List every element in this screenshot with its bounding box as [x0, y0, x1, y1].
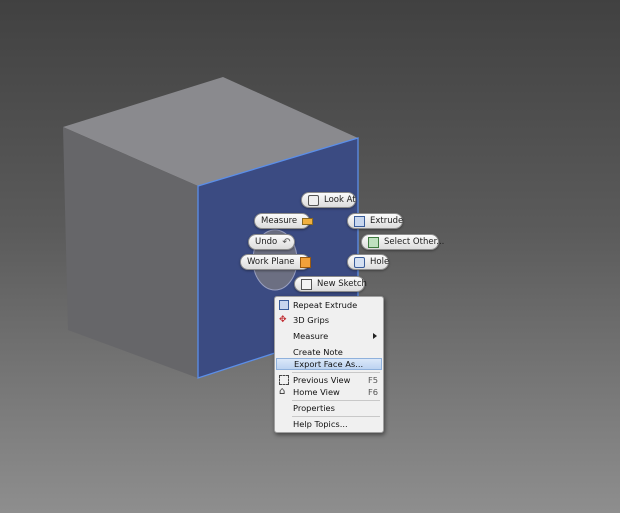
new-sketch-icon [301, 278, 312, 290]
previous-view-icon [279, 375, 289, 385]
measure-icon [302, 217, 314, 225]
extrude-icon [354, 215, 365, 227]
work-plane-button[interactable]: Work Plane [240, 254, 311, 270]
measure-button[interactable]: Measure [254, 213, 314, 229]
extrude-icon [279, 300, 289, 310]
menu-item-previous-view[interactable]: Previous View F5 [276, 374, 382, 386]
grips-icon: ✥ [279, 315, 287, 325]
undo-icon: ↶ [282, 236, 291, 248]
menu-separator [292, 372, 380, 373]
select-other-button[interactable]: Select Other... [361, 234, 444, 250]
menu-item-help-topics[interactable]: Help Topics... [276, 418, 382, 430]
extrude-button[interactable]: Extrude [347, 213, 403, 229]
menu-separator [292, 400, 380, 401]
menu-item-home-view[interactable]: ⌂ Home View F6 [276, 386, 382, 398]
menu-item-properties[interactable]: Properties [276, 402, 382, 414]
menu-item-measure[interactable]: Measure [276, 330, 382, 342]
submenu-arrow-icon [373, 333, 377, 339]
look-at-button[interactable]: Look At [301, 192, 356, 208]
work-plane-icon [299, 256, 311, 268]
hole-button[interactable]: Hole [347, 254, 389, 270]
context-menu: Repeat Extrude ✥ 3D Grips Measure Create… [274, 296, 384, 433]
menu-separator [292, 416, 380, 417]
select-other-icon [368, 236, 379, 248]
home-view-icon: ⌂ [279, 386, 286, 397]
menu-item-repeat-extrude[interactable]: Repeat Extrude [276, 299, 382, 311]
hole-icon [354, 256, 365, 268]
menu-item-create-note[interactable]: Create Note [276, 346, 382, 358]
undo-button[interactable]: Undo ↶ [248, 234, 295, 250]
menu-item-3d-grips[interactable]: ✥ 3D Grips [276, 314, 382, 326]
graphics-viewport[interactable]: Look At Measure Extrude Undo ↶ Select Ot… [0, 0, 620, 513]
look-at-icon [308, 194, 319, 206]
menu-item-export-face-as[interactable]: Export Face As... [276, 358, 382, 370]
new-sketch-button[interactable]: New Sketch [294, 276, 367, 292]
